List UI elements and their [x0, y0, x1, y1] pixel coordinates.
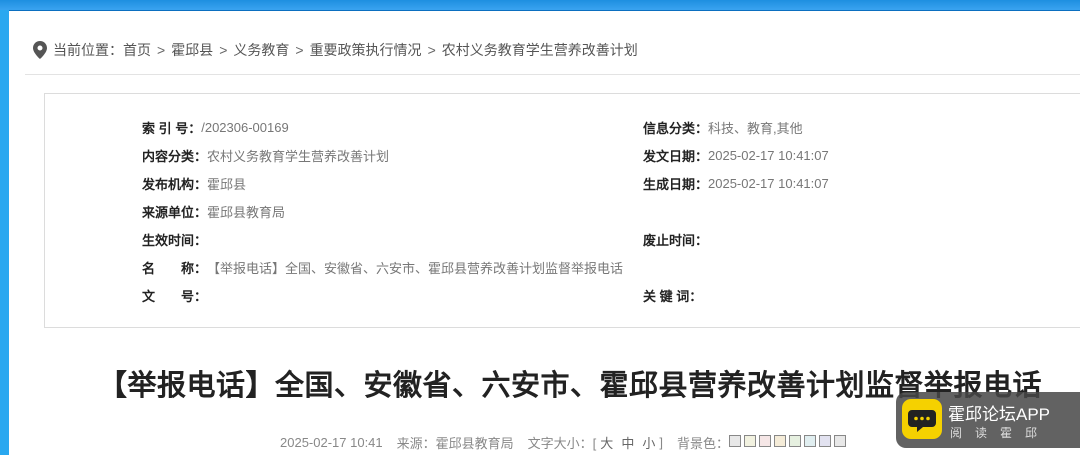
background-color-swatch[interactable] [833, 434, 846, 447]
info-issue-date: 发文日期： 2025-02-17 10:41:07 [643, 147, 829, 164]
info-expiry-time: 废止时间： [643, 232, 709, 248]
app-name: 霍邱论坛APP [948, 405, 1051, 424]
background-color-swatch[interactable] [758, 434, 771, 447]
app-tagline: 阅读霍邱 [950, 426, 1051, 440]
breadcrumb-separator: > [157, 42, 166, 58]
info-category: 信息分类： 科技、教育,其他 [643, 120, 803, 136]
background-color-swatch[interactable] [818, 434, 831, 447]
info-source-unit: 来源单位： 霍邱县教育局 [142, 204, 286, 220]
info-name: 名 称： 【举报电话】全国、安徽省、六安市、霍邱县营养改善计划监督举报电话 [142, 260, 624, 276]
info-publisher: 发布机构： 霍邱县 [142, 176, 247, 192]
breadcrumb-separator: > [219, 42, 228, 58]
font-size-small-button[interactable]: 小 [642, 433, 655, 452]
background-color-swatch[interactable] [803, 434, 816, 447]
top-bar [0, 0, 1080, 11]
article-date: 2025-02-17 10:41 [280, 434, 383, 450]
breadcrumb-compulsory-education[interactable]: 义务教育 [233, 40, 289, 60]
info-effective-time: 生效时间： [142, 232, 208, 248]
background-color-swatch[interactable] [788, 434, 801, 447]
breadcrumb-nutrition-plan[interactable]: 农村义务教育学生营养改善计划 [442, 40, 638, 60]
app-badge[interactable]: 霍邱论坛APP 阅读霍邱 [896, 392, 1080, 448]
info-generated-date: 生成日期： 2025-02-17 10:41:07 [643, 175, 829, 192]
font-size-large-button[interactable]: 大 [600, 433, 613, 452]
background-color-label: 背景色： [676, 435, 729, 451]
breadcrumb-separator: > [295, 42, 304, 58]
breadcrumb-county[interactable]: 霍邱县 [171, 40, 213, 60]
breadcrumb-home[interactable]: 首页 [123, 40, 151, 60]
info-index-no: 索 引 号： /202306-00169 [142, 119, 289, 136]
breadcrumb-divider [25, 74, 1080, 75]
location-pin-icon [33, 41, 47, 59]
font-size-label: 文字大小：[ [527, 435, 597, 451]
document-info-box: 索 引 号： /202306-00169 信息分类： 科技、教育,其他 内容分类… [44, 93, 1080, 328]
chat-bubble-icon [908, 410, 936, 432]
app-logo [902, 399, 942, 439]
font-size-medium-button[interactable]: 中 [621, 433, 634, 452]
breadcrumb-prefix: 当前位置： [53, 42, 123, 58]
font-size-close: ] [659, 434, 663, 450]
breadcrumb: 当前位置： 首页 > 霍邱县 > 义务教育 > 重要政策执行情况 > 农村义务教… [33, 38, 638, 62]
info-doc-no: 文 号： [142, 288, 208, 304]
background-color-swatches [728, 434, 849, 450]
background-color-swatch[interactable] [773, 434, 786, 447]
info-keywords: 关 键 词： [643, 288, 703, 304]
info-content-category: 内容分类： 农村义务教育学生营养改善计划 [142, 148, 390, 164]
article-meta: 2025-02-17 10:41 来源：霍邱县教育局 文字大小：[ 大 中 小 … [280, 432, 849, 452]
background-color-swatch[interactable] [728, 434, 741, 447]
breadcrumb-policy[interactable]: 重要政策执行情况 [310, 40, 422, 60]
article-source: 来源：霍邱县教育局 [396, 435, 514, 451]
background-color-swatch[interactable] [743, 434, 756, 447]
breadcrumb-separator: > [427, 42, 436, 58]
